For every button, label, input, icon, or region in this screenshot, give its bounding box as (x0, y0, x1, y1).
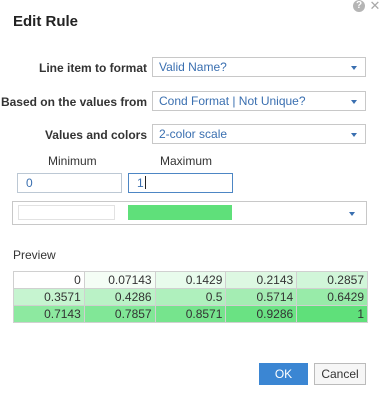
table-row: 0.7143 0.7857 0.8571 0.9286 1 (13, 305, 368, 323)
preview-cell: 0 (13, 271, 85, 289)
text-cursor (144, 176, 146, 189)
color-scale-select[interactable] (12, 201, 367, 225)
preview-cell: 0.2143 (225, 271, 298, 289)
edit-rule-dialog: ? ✕ Edit Rule Line item to format Valid … (0, 0, 385, 400)
preview-cell: 0.8571 (154, 305, 227, 323)
minimum-label: Minimum (48, 154, 97, 168)
values-colors-select[interactable]: 2-color scale (152, 124, 366, 144)
preview-label: Preview (13, 248, 56, 262)
preview-cell: 0.07143 (83, 271, 156, 289)
based-on-label: Based on the values from (0, 95, 147, 109)
line-item-label: Line item to format (38, 61, 147, 75)
table-row: 0.3571 0.4286 0.5 0.5714 0.6429 (13, 288, 368, 306)
table-row: 0 0.07143 0.1429 0.2143 0.2857 (13, 271, 368, 289)
values-colors-label: Values and colors (44, 128, 147, 142)
preview-cell: 0.5714 (225, 288, 298, 306)
preview-cell: 0.5 (154, 288, 227, 306)
values-colors-value: 2-color scale (159, 127, 228, 141)
preview-cell: 0.3571 (13, 288, 85, 306)
cancel-button[interactable]: Cancel (314, 363, 366, 385)
maximum-input[interactable]: 1 (128, 173, 233, 193)
chevron-down-icon (351, 100, 357, 104)
minimum-input[interactable]: 0 (17, 173, 122, 193)
dialog-title: Edit Rule (13, 13, 79, 30)
ok-button[interactable]: OK (259, 363, 308, 385)
help-icon[interactable]: ? (353, 0, 365, 12)
preview-cell: 0.9286 (225, 305, 298, 323)
maximum-label: Maximum (160, 154, 213, 168)
based-on-select[interactable]: Cond Format | Not Unique? (152, 91, 366, 111)
preview-cell: 0.4286 (83, 288, 156, 306)
close-icon[interactable]: ✕ (369, 0, 381, 12)
preview-cell: 0.1429 (154, 271, 227, 289)
preview-cell: 1 (296, 305, 368, 323)
line-item-value: Valid Name? (159, 60, 227, 74)
preview-cell: 0.7143 (13, 305, 85, 323)
line-item-select[interactable]: Valid Name? (152, 57, 366, 77)
preview-cell: 0.6429 (296, 288, 368, 306)
preview-cell: 0.7857 (83, 305, 156, 323)
preview-table: 0 0.07143 0.1429 0.2143 0.2857 0.3571 0.4286 0.… (13, 271, 368, 323)
chevron-down-icon (351, 133, 357, 137)
minimum-color-swatch[interactable] (18, 205, 115, 220)
chevron-down-icon (351, 66, 357, 70)
dialog-header-icons: ? ✕ (353, 0, 381, 12)
minimum-value: 0 (26, 176, 33, 190)
maximum-value: 1 (137, 176, 144, 190)
chevron-down-icon[interactable] (349, 212, 355, 216)
preview-cell: 0.2857 (296, 271, 368, 289)
based-on-value: Cond Format | Not Unique? (159, 94, 306, 108)
maximum-color-swatch[interactable] (128, 205, 232, 220)
